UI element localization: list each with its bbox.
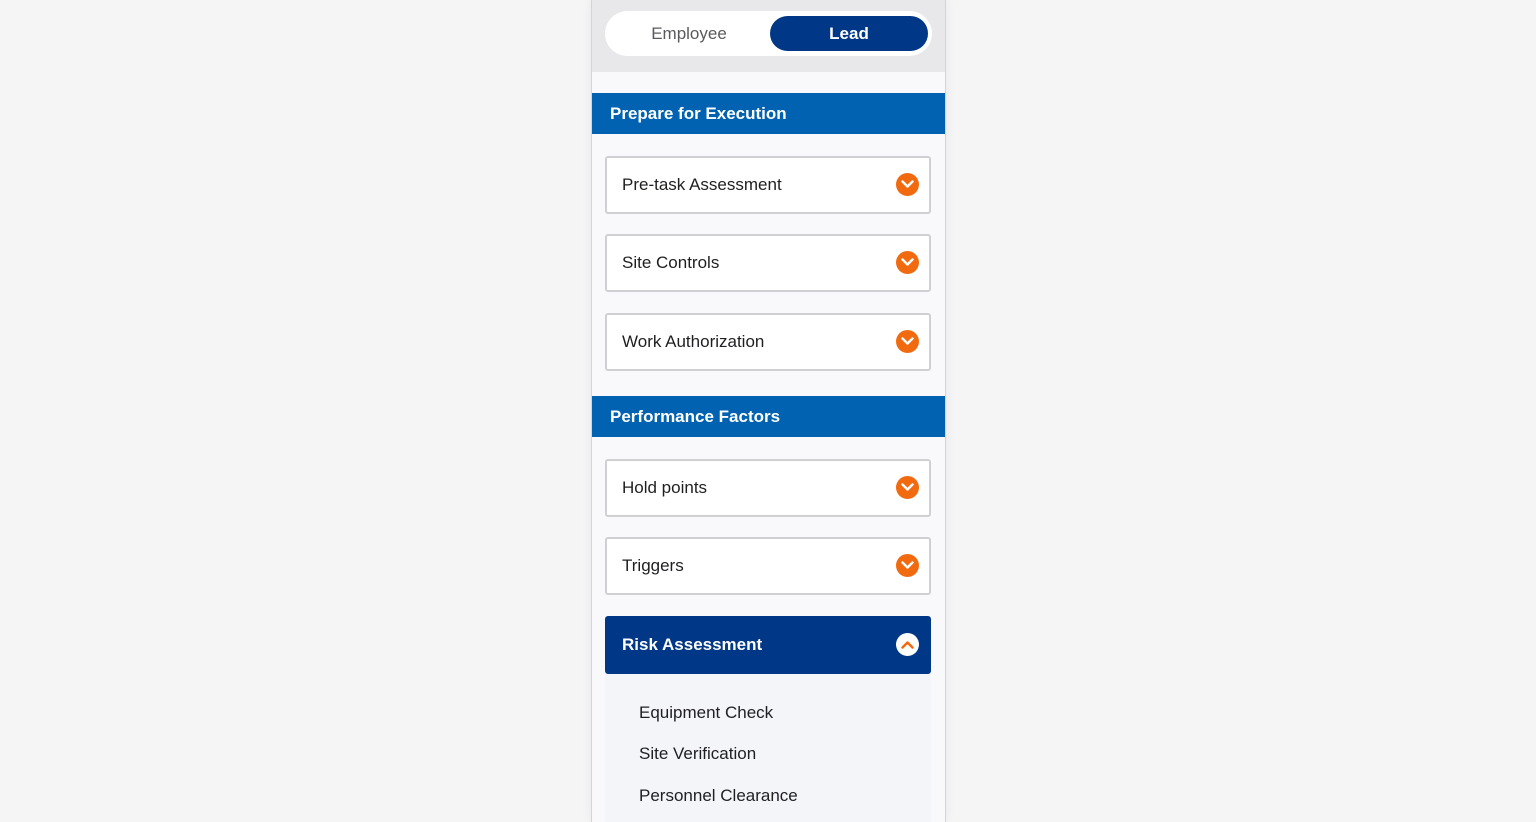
toggle-employee-option[interactable]: Employee xyxy=(609,16,769,51)
accordion-label: Triggers xyxy=(622,556,684,575)
risk-assessment-sublist: Equipment Check Site Verification Person… xyxy=(605,674,931,822)
section-header-prepare-for-execution: Prepare for Execution xyxy=(592,93,945,134)
accordion-label: Pre-task Assessment xyxy=(622,175,782,194)
accordion-label: Hold points xyxy=(622,478,708,497)
sublist-item-equipment-check[interactable]: Equipment Check xyxy=(639,703,773,723)
toggle-lead-option[interactable]: Lead xyxy=(770,16,928,51)
accordion-label: Site Controls xyxy=(622,253,720,272)
sublist-item-personnel-clearance[interactable]: Personnel Clearance xyxy=(639,786,798,806)
accordion-site-controls[interactable]: Site Controls xyxy=(605,234,931,292)
chevron-down-icon xyxy=(896,251,919,274)
chevron-down-icon xyxy=(896,330,919,353)
accordion-pre-task-assessment[interactable]: Pre-task Assessment xyxy=(605,156,931,214)
sublist-item-site-verification[interactable]: Site Verification xyxy=(639,744,756,764)
accordion-triggers[interactable]: Triggers xyxy=(605,537,931,595)
accordion-risk-assessment[interactable]: Risk Assessment xyxy=(605,616,931,674)
role-toggle: Employee Lead xyxy=(605,11,932,56)
chevron-up-icon xyxy=(896,633,919,656)
chevron-down-icon xyxy=(896,554,919,577)
chevron-down-icon xyxy=(896,476,919,499)
accordion-label: Risk Assessment xyxy=(622,635,763,654)
accordion-label: Work Authorization xyxy=(622,332,765,351)
role-toggle-bar: Employee Lead xyxy=(592,0,945,72)
chevron-down-icon xyxy=(896,173,919,196)
accordion-hold-points[interactable]: Hold points xyxy=(605,459,931,517)
section-header-performance-factors: Performance Factors xyxy=(592,396,945,437)
side-panel: Employee Lead Prepare for Execution Pre-… xyxy=(591,0,946,822)
accordion-work-authorization[interactable]: Work Authorization xyxy=(605,313,931,371)
